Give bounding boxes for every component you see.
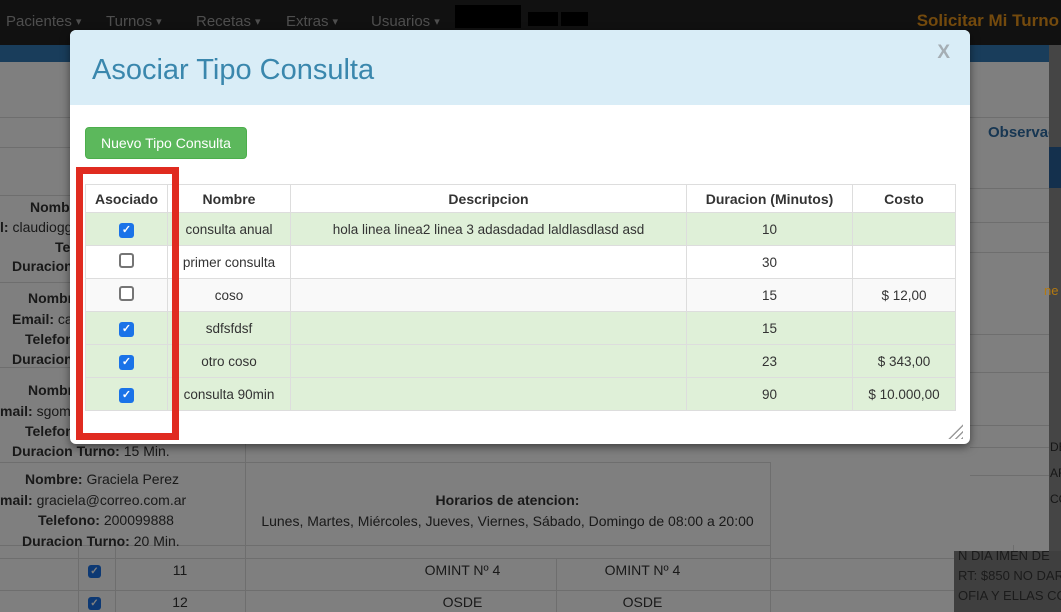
costo-cell: $ 343,00: [853, 345, 956, 378]
costo-cell: [853, 213, 956, 246]
asociado-cell: [86, 246, 168, 279]
dialog-title: Asociar Tipo Consulta: [92, 54, 374, 86]
asociado-cell: [86, 279, 168, 312]
descripcion-cell: [291, 378, 687, 411]
duracion-cell: 10: [687, 213, 853, 246]
asociado-checkbox[interactable]: ✓: [119, 322, 134, 337]
dialog-header: Asociar Tipo Consulta X: [70, 30, 970, 105]
asociar-tipo-consulta-dialog: Asociar Tipo Consulta X Nuevo Tipo Consu…: [70, 30, 970, 444]
descripcion-cell: hola linea linea2 linea 3 adasdadad lald…: [291, 213, 687, 246]
table-row: ✓ otro coso 23$ 343,00: [86, 345, 956, 378]
nombre-cell: consulta anual: [168, 213, 291, 246]
asociado-cell: ✓: [86, 312, 168, 345]
descripcion-cell: [291, 312, 687, 345]
descripcion-cell: [291, 246, 687, 279]
asociado-cell: ✓: [86, 213, 168, 246]
table-row: primer consulta 30: [86, 246, 956, 279]
costo-cell: [853, 246, 956, 279]
duracion-cell: 15: [687, 312, 853, 345]
table-row: coso 15$ 12,00: [86, 279, 956, 312]
duracion-cell: 15: [687, 279, 853, 312]
dialog-body: Nuevo Tipo Consulta AsociadoNombreDescri…: [70, 105, 970, 411]
nombre-cell: primer consulta: [168, 246, 291, 279]
table-row: ✓ sdfsfdsf 15: [86, 312, 956, 345]
table-header-row: AsociadoNombreDescripcionDuracion (Minut…: [86, 185, 956, 213]
column-header-duracion-minutos-: Duracion (Minutos): [687, 185, 853, 213]
asociado-cell: ✓: [86, 345, 168, 378]
column-header-descripcion: Descripcion: [291, 185, 687, 213]
asociado-checkbox[interactable]: ✓: [119, 388, 134, 403]
table-row: ✓ consulta anualhola linea linea2 linea 3…: [86, 213, 956, 246]
column-header-costo: Costo: [853, 185, 956, 213]
column-header-asociado: Asociado: [86, 185, 168, 213]
asociado-checkbox[interactable]: ✓: [119, 223, 134, 238]
nuevo-tipo-consulta-button[interactable]: Nuevo Tipo Consulta: [85, 127, 247, 159]
close-icon[interactable]: X: [937, 42, 950, 64]
nombre-cell: sdfsfdsf: [168, 312, 291, 345]
nombre-cell: consulta 90min: [168, 378, 291, 411]
costo-cell: $ 10.000,00: [853, 378, 956, 411]
duracion-cell: 23: [687, 345, 853, 378]
table-row: ✓ consulta 90min 90$ 10.000,00: [86, 378, 956, 411]
asociado-cell: ✓: [86, 378, 168, 411]
asociado-checkbox[interactable]: ✓: [119, 355, 134, 370]
resize-grip[interactable]: [948, 424, 963, 439]
tipo-consulta-table: AsociadoNombreDescripcionDuracion (Minut…: [85, 184, 956, 411]
duracion-cell: 30: [687, 246, 853, 279]
column-header-nombre: Nombre: [168, 185, 291, 213]
nombre-cell: otro coso: [168, 345, 291, 378]
asociado-checkbox[interactable]: [119, 253, 134, 268]
nombre-cell: coso: [168, 279, 291, 312]
costo-cell: [853, 312, 956, 345]
descripcion-cell: [291, 345, 687, 378]
descripcion-cell: [291, 279, 687, 312]
asociado-checkbox[interactable]: [119, 286, 134, 301]
costo-cell: $ 12,00: [853, 279, 956, 312]
duracion-cell: 90: [687, 378, 853, 411]
